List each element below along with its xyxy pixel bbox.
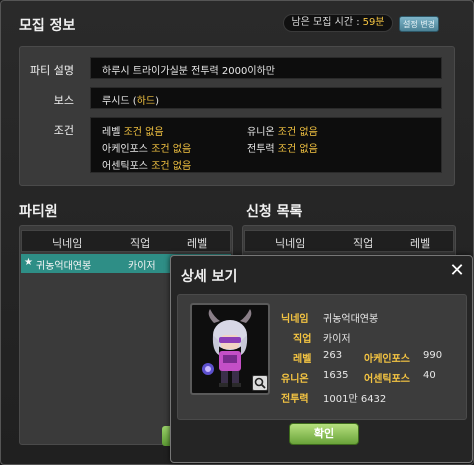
header-nickname: 닉네임	[275, 237, 306, 250]
desc-label: 파티 설명	[30, 64, 74, 77]
change-settings-button[interactable]: 설정 변경	[399, 16, 439, 32]
authentic-value: 40	[423, 370, 436, 381]
cond-level: 레벨 조건 없음	[102, 127, 164, 138]
job-label: 직업	[293, 334, 312, 345]
popup-title: 상세 보기	[181, 269, 238, 285]
header-job: 직업	[130, 237, 151, 250]
nickname-label: 닉네임	[281, 314, 309, 325]
cond-union: 유니온 조건 없음	[247, 127, 318, 138]
recruit-timer: 남은 모집 시간 :59분	[283, 14, 393, 32]
cond-authentic: 어센틱포스 조건 없음	[102, 161, 192, 172]
magnify-icon[interactable]	[252, 375, 268, 391]
nickname-value: 귀농억대연봉	[323, 314, 379, 325]
timer-label: 남은 모집 시간 :	[291, 17, 360, 28]
boss-mode: 하드	[136, 96, 156, 107]
cond-arcane: 아케인포스 조건 없음	[102, 144, 192, 155]
detail-popup: 상세 보기 ✕ 닉네임 귀농억대연봉 직업 카이저 레벨 263 아케인포스 9…	[170, 255, 473, 463]
confirm-button[interactable]: 확인	[289, 423, 359, 445]
union-label: 유니온	[281, 374, 309, 385]
boss-label: 보스	[53, 94, 74, 107]
power-label: 전투력	[281, 394, 309, 405]
cond-label: 조건	[53, 124, 74, 137]
header-nickname: 닉네임	[52, 237, 83, 250]
header-job: 직업	[353, 237, 374, 250]
close-icon[interactable]: ✕	[448, 262, 466, 280]
arcane-value: 990	[423, 350, 443, 361]
union-value: 1635	[323, 370, 349, 381]
cond-power: 전투력 조건 없음	[247, 144, 318, 155]
party-title: 파티원	[19, 204, 58, 220]
window-title: 모집 정보	[19, 18, 76, 34]
header-level: 레벨	[187, 237, 208, 250]
boss-value: 루시드 (하드)	[102, 96, 159, 107]
leader-star-icon: ★	[24, 257, 33, 268]
level-value: 263	[323, 350, 343, 361]
character-avatar	[190, 303, 270, 395]
applicants-title: 신청 목록	[246, 204, 303, 220]
power-value: 1001만 6432	[323, 394, 387, 405]
arcane-label: 아케인포스	[364, 354, 410, 365]
timer-value: 59분	[362, 17, 385, 28]
level-label: 레벨	[293, 354, 312, 365]
desc-value: 하루시 트라이가실분 전투력 2000이하만	[102, 66, 275, 77]
party-list-header: 닉네임 직업 레벨	[21, 230, 231, 252]
authentic-label: 어센틱포스	[364, 374, 410, 385]
member-name: 귀농억대연봉	[36, 261, 92, 272]
member-job: 카이저	[128, 261, 156, 272]
job-value: 카이저	[323, 334, 351, 345]
applicants-list-header: 닉네임 직업 레벨	[244, 230, 454, 252]
info-panel: 파티 설명 하루시 트라이가실분 전투력 2000이하만 보스 루시드 (하드)…	[19, 46, 455, 186]
header-level: 레벨	[410, 237, 431, 250]
detail-panel: 닉네임 귀농억대연봉 직업 카이저 레벨 263 아케인포스 990 유니온 1…	[177, 294, 467, 420]
